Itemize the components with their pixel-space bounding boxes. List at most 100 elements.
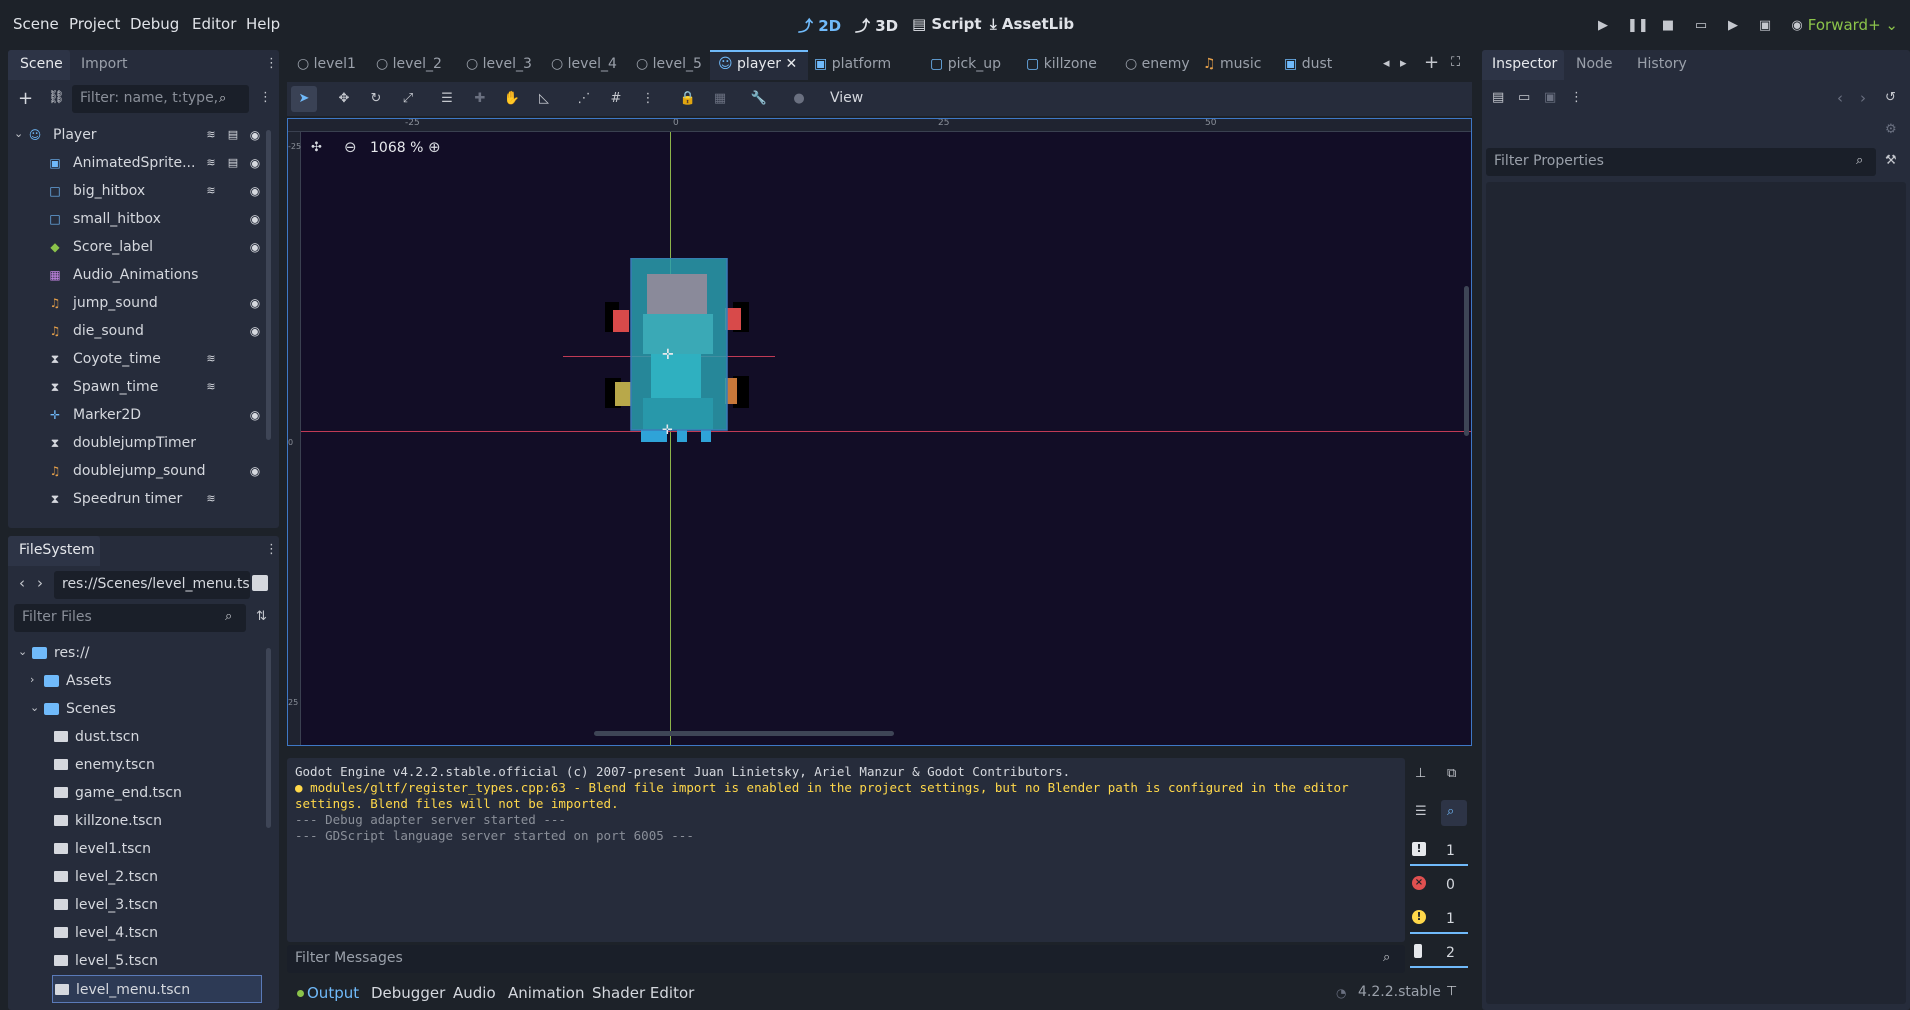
tab-filesystem[interactable]: FileSystem — [19, 542, 95, 558]
tab-inspector[interactable]: Inspector — [1492, 56, 1557, 72]
scene-tree-item[interactable]: ▣ AnimatedSprite... ≋ ▤ ◉ — [8, 149, 268, 177]
file-item[interactable]: dust.tscn — [8, 723, 268, 751]
fs-scrollbar[interactable] — [266, 648, 271, 828]
scene-tree-item[interactable]: ◆ Score_label ◉ — [8, 233, 268, 261]
mode-script-button[interactable]: ▤ Script — [912, 15, 982, 33]
renderer-dropdown[interactable]: Forward+ ⌄ — [1808, 16, 1898, 34]
scene-tree-scrollbar[interactable] — [266, 130, 271, 440]
back-icon[interactable]: ‹ — [19, 574, 25, 592]
play-scene-icon[interactable]: ▶ — [1724, 17, 1742, 35]
scene-tab-music[interactable]: ♫ music — [1203, 56, 1261, 72]
scene-tab-player[interactable]: ☺ player ✕ — [718, 56, 797, 72]
smart-snap-icon[interactable]: ⋰ — [573, 88, 595, 110]
collapse-icon[interactable]: ☰ — [1415, 804, 1427, 819]
tab-node[interactable]: Node — [1576, 56, 1613, 72]
object-history-icon[interactable]: ↺ — [1885, 90, 1896, 105]
expand-panel-icon[interactable]: ⊤ — [1446, 984, 1457, 999]
save-icon[interactable]: ▣ — [1544, 90, 1556, 105]
folder-item[interactable]: ⌄ Scenes — [8, 695, 268, 723]
dock-menu-icon[interactable]: ⋮ — [265, 56, 278, 71]
scene-tab-level_3[interactable]: ○ level_3 — [466, 56, 532, 72]
file-item[interactable]: level_4.tscn — [8, 919, 268, 947]
scene-tab-pick_up[interactable]: ▢ pick_up — [930, 56, 1001, 72]
scene-tab-dust[interactable]: ▣ dust — [1284, 56, 1332, 72]
center-view-icon[interactable]: ✣ — [311, 140, 322, 155]
forward-icon[interactable]: › — [37, 574, 43, 592]
mode-3d-button[interactable]: ⤴ 3D — [855, 15, 898, 36]
scene-tab-level_4[interactable]: ○ level_4 — [551, 56, 617, 72]
tab-scene[interactable]: Scene — [20, 56, 63, 72]
chevron-down-icon[interactable]: ⌄ — [14, 127, 23, 140]
list-select-icon[interactable]: ☰ — [436, 88, 458, 110]
chevron-down-icon[interactable]: ⌄ — [30, 701, 39, 714]
scene-tree-item[interactable]: ♫ doublejump_sound ◉ — [8, 457, 268, 485]
group-icon[interactable]: ▦ — [709, 88, 731, 110]
sort-icon[interactable]: ⇅ — [256, 609, 267, 624]
ruler-tool-icon[interactable]: ◺ — [533, 88, 555, 110]
fs-menu-icon[interactable]: ⋮ — [265, 542, 278, 557]
scene-tree-item[interactable]: ⧗ Coyote_time ≋ — [8, 345, 268, 373]
copy-icon[interactable]: ⧉ — [1447, 766, 1456, 781]
tab-shader-editor[interactable]: Shader Editor — [592, 984, 694, 1002]
file-item[interactable]: killzone.tscn — [8, 807, 268, 835]
menu-debug[interactable]: Debug — [130, 15, 179, 33]
signal-icon[interactable]: ≋ — [204, 492, 218, 506]
canvas-viewport[interactable]: -25 0 25 50 -25 0 25 ✣ ⊖ 1068 % ⊕ ✛ ✛ — [287, 118, 1472, 746]
scene-tab-level1[interactable]: ○ level1 — [297, 56, 356, 72]
file-item[interactable]: level_3.tscn — [8, 891, 268, 919]
tab-audio[interactable]: Audio — [453, 984, 496, 1002]
script-icon[interactable]: ▤ — [226, 128, 240, 142]
scene-tab-platform[interactable]: ▣ platform — [814, 56, 891, 72]
mode-assetlib-button[interactable]: ⤓ AssetLib — [990, 15, 1074, 33]
object-properties-icon[interactable]: ⚙ — [1885, 122, 1897, 137]
file-item[interactable]: level_menu.tscn — [52, 975, 262, 1003]
errors-filter-toggle[interactable]: × 0 — [1410, 872, 1468, 900]
property-tools-icon[interactable]: ⚒ — [1885, 153, 1897, 168]
scene-tree-item[interactable]: ♫ die_sound ◉ — [8, 317, 268, 345]
split-mode-icon[interactable] — [252, 575, 268, 591]
pivot-marker-icon[interactable]: ✛ — [662, 347, 674, 363]
rotate-tool-icon[interactable]: ↻ — [365, 88, 387, 110]
signal-icon[interactable]: ≋ — [204, 128, 218, 142]
chevron-down-icon[interactable]: ⌄ — [18, 645, 27, 658]
movie-maker-icon[interactable]: ◉ — [1788, 17, 1806, 35]
viewport-v-scrollbar[interactable] — [1464, 286, 1469, 436]
scene-tree-item[interactable]: □ big_hitbox ≋ ◉ — [8, 177, 268, 205]
snap-options-icon[interactable]: ⋮ — [637, 88, 659, 110]
tab-output[interactable]: Output — [307, 984, 359, 1002]
filter-messages-input[interactable]: Filter Messages — [287, 945, 1405, 973]
visibility-icon[interactable]: ◉ — [248, 408, 262, 422]
menu-editor[interactable]: Editor — [192, 15, 236, 33]
view-menu[interactable]: View — [830, 90, 863, 106]
signal-icon[interactable]: ≋ — [204, 156, 218, 170]
pause-icon[interactable]: ❚❚ — [1627, 17, 1649, 35]
play-custom-scene-icon[interactable]: ▣ — [1756, 17, 1774, 35]
particles-icon[interactable]: ● — [788, 88, 810, 110]
skeleton-icon[interactable]: 🔧 — [748, 88, 770, 110]
file-item[interactable]: level_5.tscn — [8, 947, 268, 975]
distraction-free-icon[interactable]: ⛶ — [1451, 55, 1460, 70]
tab-import[interactable]: Import — [81, 56, 127, 72]
visibility-icon[interactable]: ◉ — [248, 324, 262, 338]
add-node-icon[interactable]: + — [18, 88, 33, 109]
file-item[interactable]: level1.tscn — [8, 835, 268, 863]
signal-icon[interactable]: ≋ — [204, 352, 218, 366]
filter-properties-input[interactable]: Filter Properties — [1486, 148, 1876, 176]
chevron-right-icon[interactable]: › — [30, 673, 34, 686]
tab-history[interactable]: History — [1637, 56, 1687, 72]
scene-tab-killzone[interactable]: ▢ killzone — [1026, 56, 1097, 72]
open-folder-icon[interactable]: ▭ — [1518, 90, 1530, 105]
tab-animation[interactable]: Animation — [508, 984, 584, 1002]
play-icon[interactable]: ▶ — [1594, 17, 1612, 35]
scene-menu-icon[interactable]: ⋮ — [259, 90, 272, 105]
tab-scroll-right-icon[interactable]: ▸ — [1400, 56, 1407, 71]
file-item[interactable]: game_end.tscn — [8, 779, 268, 807]
scene-tree-item[interactable]: ▦ Audio_Animations — [8, 261, 268, 289]
zoom-in-icon[interactable]: ⊕ — [428, 138, 441, 156]
move-tool-icon[interactable]: ✥ — [333, 88, 355, 110]
visibility-icon[interactable]: ◉ — [248, 240, 262, 254]
lock-icon[interactable]: 🔒 — [677, 88, 699, 110]
inspector-menu-icon[interactable]: ⋮ — [1570, 90, 1583, 105]
add-tab-icon[interactable]: + — [1424, 52, 1439, 73]
zoom-level[interactable]: 1068 % — [370, 140, 423, 156]
